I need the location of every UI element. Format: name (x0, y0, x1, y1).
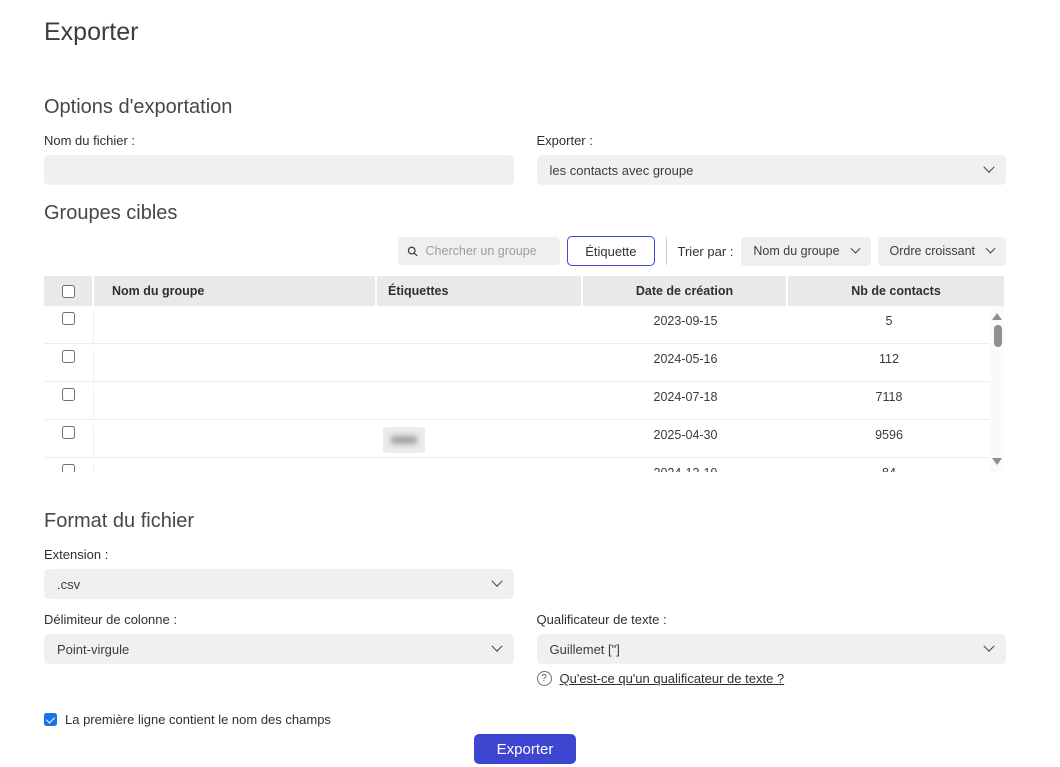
extension-selected-value: .csv (57, 577, 80, 592)
chevron-down-icon (491, 576, 502, 587)
created-date-cell: 2025-04-30 (583, 426, 788, 443)
row-checkbox[interactable] (62, 312, 75, 325)
select-all-cell (44, 276, 94, 306)
export-target-selected-value: les contacts avec groupe (550, 163, 694, 178)
chevron-down-icon (491, 641, 502, 652)
chevron-down-icon (983, 641, 994, 652)
header-contact-count: Nb de contacts (788, 276, 1004, 306)
qualifier-label: Qualificateur de texte : (537, 612, 1007, 628)
row-checkbox[interactable] (62, 464, 75, 472)
group-search-box[interactable] (398, 237, 560, 265)
tags-cell (377, 426, 583, 453)
group-search-input[interactable] (426, 244, 552, 258)
chevron-down-icon (983, 162, 994, 173)
delimiter-label: Délimiteur de colonne : (44, 612, 514, 628)
export-options-row: Nom du fichier : Exporter : les contacts… (44, 120, 1006, 185)
table-row[interactable]: 2024-12-19 84 (44, 458, 990, 472)
chevron-down-icon (850, 243, 860, 253)
export-page: Exporter Options d'exportation Nom du fi… (0, 0, 1060, 767)
help-question-icon: ? (537, 671, 552, 686)
toolbar-divider (666, 237, 667, 265)
row-checkbox[interactable] (62, 350, 75, 363)
select-all-checkbox[interactable] (62, 285, 75, 298)
first-line-checkbox-label: La première ligne contient le nom des ch… (65, 712, 331, 727)
header-created-date: Date de création (583, 276, 788, 306)
first-line-checkbox[interactable] (44, 713, 57, 726)
table-scrollbar[interactable] (991, 306, 1004, 472)
extension-select[interactable]: .csv (44, 569, 514, 599)
groups-table-body: 2023-09-15 5 2024-05-16 112 2024-07-18 7… (44, 306, 1004, 472)
groups-table-rows: 2023-09-15 5 2024-05-16 112 2024-07-18 7… (44, 306, 990, 472)
section-title-file-format: Format du fichier (44, 508, 1006, 534)
export-target-select[interactable]: les contacts avec groupe (537, 155, 1007, 185)
table-row[interactable]: 2025-04-30 9596 (44, 420, 990, 458)
delimiter-selected-value: Point-virgule (57, 642, 129, 657)
contact-count-cell: 9596 (788, 426, 990, 443)
chevron-down-icon (986, 243, 996, 253)
table-row[interactable]: 2024-05-16 112 (44, 344, 990, 382)
export-submit-button[interactable]: Exporter (474, 734, 577, 764)
search-icon (407, 245, 418, 258)
table-row[interactable]: 2024-07-18 7118 (44, 382, 990, 420)
contact-count-cell: 5 (788, 312, 990, 329)
contact-count-cell: 7118 (788, 388, 990, 405)
groups-table-header: Nom du groupe Étiquettes Date de créatio… (44, 276, 1004, 306)
qualifier-help-line: ? Qu'est-ce qu'un qualificateur de texte… (537, 671, 1007, 686)
groups-toolbar: Étiquette Trier par : Nom du groupe Ordr… (44, 236, 1006, 266)
sort-order-select[interactable]: Ordre croissant (878, 237, 1006, 266)
created-date-cell: 2024-05-16 (583, 350, 788, 367)
header-tags: Étiquettes (377, 276, 583, 306)
created-date-cell: 2023-09-15 (583, 312, 788, 329)
filename-label: Nom du fichier : (44, 133, 514, 149)
sort-field-select[interactable]: Nom du groupe (741, 237, 870, 266)
tag-filter-button[interactable]: Étiquette (567, 236, 654, 266)
first-line-option: La première ligne contient le nom des ch… (44, 712, 1006, 727)
delimiter-select[interactable]: Point-virgule (44, 634, 514, 664)
sort-order-selected-value: Ordre croissant (890, 244, 975, 258)
created-date-cell: 2024-12-19 (583, 464, 788, 472)
scroll-down-arrow-icon[interactable] (992, 458, 1002, 465)
filename-input[interactable] (44, 155, 514, 185)
scrollbar-thumb[interactable] (994, 325, 1002, 347)
qualifier-selected-value: Guillemet ["] (550, 642, 620, 657)
extension-row: Extension : .csv (44, 534, 1006, 599)
export-target-label: Exporter : (537, 133, 1007, 149)
qualifier-select[interactable]: Guillemet ["] (537, 634, 1007, 664)
groups-table: Nom du groupe Étiquettes Date de créatio… (44, 276, 1004, 472)
sort-field-selected-value: Nom du groupe (753, 244, 839, 258)
page-title: Exporter (44, 16, 1006, 48)
delimiter-qualifier-row: Délimiteur de colonne : Point-virgule Qu… (44, 599, 1006, 686)
table-row[interactable]: 2023-09-15 5 (44, 306, 990, 344)
sort-by-label: Trier par : (678, 244, 734, 259)
header-group-name: Nom du groupe (94, 276, 377, 306)
qualifier-help-link[interactable]: Qu'est-ce qu'un qualificateur de texte ? (560, 671, 785, 686)
created-date-cell: 2024-07-18 (583, 388, 788, 405)
extension-label: Extension : (44, 547, 514, 563)
section-title-target-groups: Groupes cibles (44, 200, 1006, 226)
row-checkbox[interactable] (62, 426, 75, 439)
section-title-export-options: Options d'exportation (44, 94, 1006, 120)
contact-count-cell: 84 (788, 464, 990, 472)
redacted-tag-chip (383, 427, 425, 453)
scroll-up-arrow-icon[interactable] (992, 313, 1002, 320)
contact-count-cell: 112 (788, 350, 990, 367)
row-checkbox[interactable] (62, 388, 75, 401)
